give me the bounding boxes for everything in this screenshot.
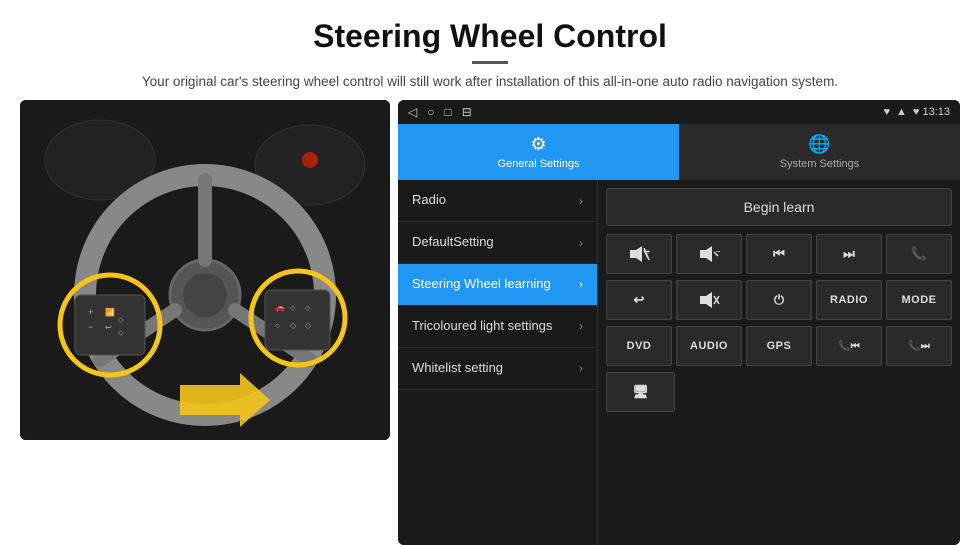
menu-item-default-setting[interactable]: DefaultSetting › (398, 222, 597, 264)
header-description: Your original car's steering wheel contr… (140, 72, 840, 92)
svg-text:◇: ◇ (118, 330, 124, 337)
tab-general-settings[interactable]: ⚙ General Settings (398, 124, 679, 180)
wifi-icon: ▲ (896, 106, 907, 118)
header: Steering Wheel Control Your original car… (0, 0, 980, 100)
screen-icon: 🖥 (632, 384, 649, 400)
steering-wheel-bg: + − 📶 ↩ ◇ ◇ 🚗 ◇ ◇ ○ ◇ ◇ (20, 100, 390, 440)
control-grid-row1: + − ⏮ ⏭ 📞 (606, 234, 952, 274)
phone-next-button[interactable]: 📞⏭ (886, 326, 952, 366)
tab-general-label: General Settings (498, 158, 580, 170)
prev-track-button[interactable]: ⏮ (746, 234, 812, 274)
header-divider (472, 61, 508, 64)
phone-prev-button[interactable]: 📞⏮ (816, 326, 882, 366)
mode-button[interactable]: MODE (886, 280, 952, 320)
tab-system-label: System Settings (780, 158, 859, 170)
menu-item-whitelist-label: Whitelist setting (412, 360, 579, 377)
phone-next-icon: 📞⏭ (908, 341, 929, 352)
menu-item-radio[interactable]: Radio › (398, 180, 597, 222)
dvd-button[interactable]: DVD (606, 326, 672, 366)
menu-item-tricoloured[interactable]: Tricoloured light settings › (398, 306, 597, 348)
recents-icon[interactable]: □ (444, 105, 451, 119)
menu-item-radio-label: Radio (412, 192, 579, 209)
page-container: Steering Wheel Control Your original car… (0, 0, 980, 545)
control-grid-row2: ↩ ⏻ RADIO MODE (606, 280, 952, 320)
menu-item-steering-wheel[interactable]: Steering Wheel learning › (398, 264, 597, 306)
status-bar: ◁ ○ □ ⊟ ♥ ▲ ♥ 13:13 (398, 100, 960, 124)
chevron-icon: › (579, 361, 583, 375)
settings-panel: Radio › DefaultSetting › Steering Wheel … (398, 180, 960, 545)
next-track-icon: ⏭ (843, 246, 855, 262)
screen-button[interactable]: 🖥 (606, 372, 675, 412)
menu-item-default-label: DefaultSetting (412, 234, 579, 251)
begin-learn-button[interactable]: Begin learn (606, 188, 952, 226)
menu-item-whitelist[interactable]: Whitelist setting › (398, 348, 597, 390)
audio-button[interactable]: AUDIO (676, 326, 742, 366)
svg-text:+: + (646, 249, 650, 256)
mode-label: MODE (902, 294, 937, 306)
power-button[interactable]: ⏻ (746, 280, 812, 320)
steering-wheel-image: + − 📶 ↩ ◇ ◇ 🚗 ◇ ◇ ○ ◇ ◇ (20, 100, 390, 440)
dvd-label: DVD (627, 340, 652, 352)
mute-button[interactable] (676, 280, 742, 320)
phone-icon: 📞 (911, 246, 927, 262)
power-icon: ⏻ (774, 292, 784, 308)
volume-up-button[interactable]: + (606, 234, 672, 274)
device-ui: ◁ ○ □ ⊟ ♥ ▲ ♥ 13:13 ⚙ General Settings (398, 100, 960, 545)
chevron-icon: › (579, 277, 583, 291)
chevron-icon: › (579, 194, 583, 208)
back-icon[interactable]: ◁ (408, 105, 417, 119)
menu-item-steering-label: Steering Wheel learning (412, 276, 579, 293)
next-track-button[interactable]: ⏭ (816, 234, 882, 274)
prev-track-icon: ⏮ (773, 246, 785, 262)
svg-text:◇: ◇ (305, 305, 311, 312)
menu-icon[interactable]: ⊟ (462, 105, 472, 119)
svg-text:○: ○ (275, 321, 280, 330)
tab-bar: ⚙ General Settings 🌐 System Settings (398, 124, 960, 180)
svg-text:📶: 📶 (105, 307, 115, 317)
back-icon: ↩ (634, 292, 645, 308)
gps-label: GPS (767, 340, 792, 352)
location-icon: ♥ (883, 106, 890, 118)
control-grid-row3: DVD AUDIO GPS 📞⏮ 📞⏭ (606, 326, 952, 366)
status-bar-right: ♥ ▲ ♥ 13:13 (883, 106, 950, 118)
chevron-icon: › (579, 236, 583, 250)
svg-text:◇: ◇ (290, 321, 297, 330)
svg-text:−: − (88, 322, 93, 332)
status-bar-left: ◁ ○ □ ⊟ (408, 105, 472, 119)
audio-label: AUDIO (690, 340, 728, 352)
menu-item-tricoloured-label: Tricoloured light settings (412, 318, 579, 335)
svg-text:◇: ◇ (118, 317, 124, 324)
phone-button[interactable]: 📞 (886, 234, 952, 274)
phone-prev-icon: 📞⏮ (838, 341, 859, 352)
svg-text:◇: ◇ (290, 305, 296, 312)
svg-text:−: − (716, 249, 720, 256)
gps-button[interactable]: GPS (746, 326, 812, 366)
begin-learn-row: Begin learn (606, 188, 952, 226)
steering-wheel-svg: + − 📶 ↩ ◇ ◇ 🚗 ◇ ◇ ○ ◇ ◇ (20, 100, 390, 440)
svg-text:↩: ↩ (105, 323, 112, 332)
svg-text:🚗: 🚗 (275, 303, 285, 312)
chevron-icon: › (579, 319, 583, 333)
svg-text:◇: ◇ (305, 321, 312, 330)
radio-button[interactable]: RADIO (816, 280, 882, 320)
radio-label: RADIO (830, 294, 868, 306)
svg-text:+: + (88, 307, 93, 317)
control-grid-row4: 🖥 (606, 372, 952, 412)
controls-panel: Begin learn + − ⏮ ⏭ (598, 180, 960, 545)
system-settings-icon: 🌐 (808, 134, 830, 155)
main-content: + − 📶 ↩ ◇ ◇ 🚗 ◇ ◇ ○ ◇ ◇ (0, 100, 980, 545)
general-settings-icon: ⚙ (530, 134, 546, 155)
tab-system-settings[interactable]: 🌐 System Settings (679, 124, 960, 180)
page-title: Steering Wheel Control (40, 18, 940, 55)
time-display: ♥ 13:13 (913, 106, 950, 118)
back-button[interactable]: ↩ (606, 280, 672, 320)
menu-list: Radio › DefaultSetting › Steering Wheel … (398, 180, 598, 545)
home-icon[interactable]: ○ (427, 105, 434, 119)
volume-down-button[interactable]: − (676, 234, 742, 274)
